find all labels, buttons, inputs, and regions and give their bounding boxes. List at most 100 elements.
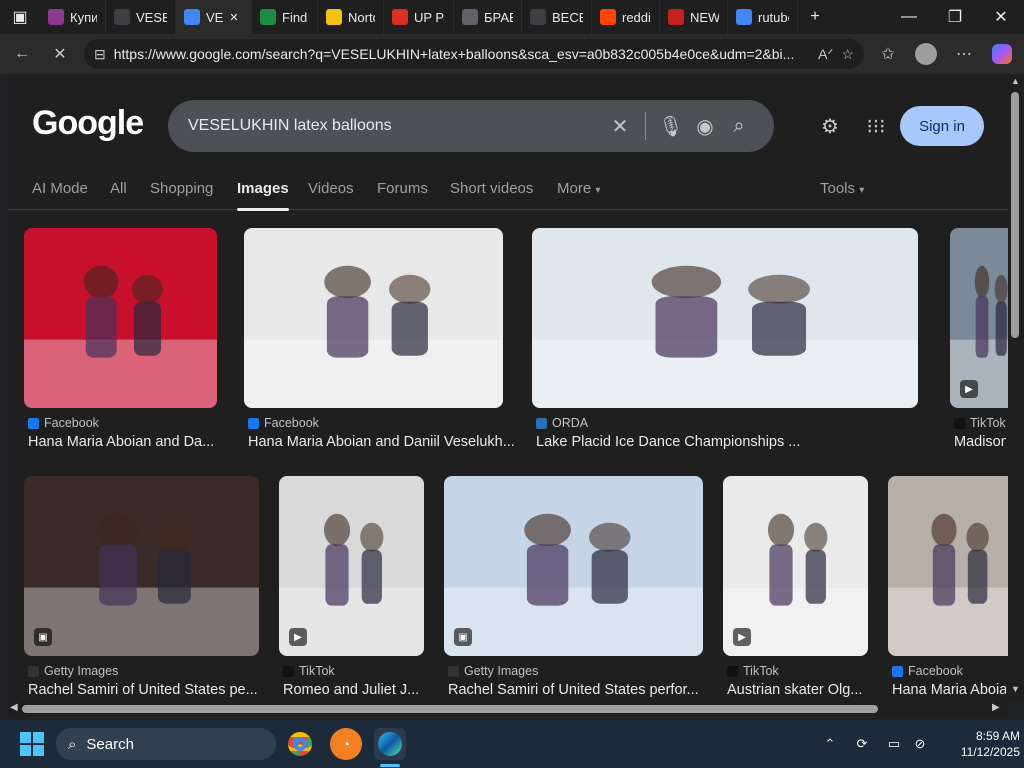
image-result-thumbnail[interactable]: ▣ [24,476,259,656]
windows-start-icon[interactable] [20,732,44,756]
active-app-indicator [380,764,400,767]
result-source[interactable]: Facebook [892,664,963,678]
browser-tab[interactable]: Find Y [252,0,318,34]
app-icon[interactable]: ◔ [330,728,362,760]
maximize-icon[interactable]: ❐ [932,0,978,34]
chevron-down-icon: ▾ [595,185,601,196]
result-title[interactable]: Rachel Samiri of United States perfor... [448,682,699,698]
search-input[interactable] [188,117,603,135]
image-result-thumbnail[interactable] [532,228,918,408]
tools-button[interactable]: Tools ▾ [820,180,864,197]
more-menu-icon[interactable]: ⋯ [950,40,978,68]
google-logo[interactable]: Google [32,104,144,143]
camera-search-icon[interactable]: ◉ [688,109,722,143]
result-title[interactable]: Rachel Samiri of United States pe... [28,682,258,698]
browser-tab[interactable]: Купит [40,0,106,34]
stop-loading-icon[interactable]: ✕ [46,40,74,68]
sign-in-button[interactable]: Sign in [900,106,984,146]
scroll-left-icon[interactable]: ◀ [10,702,18,713]
scroll-up-icon[interactable]: ▲ [1011,76,1020,86]
network-icon[interactable]: ⊘ [910,734,930,754]
profile-avatar[interactable] [912,40,940,68]
browser-tab[interactable]: UP Ph [384,0,454,34]
microphone-icon[interactable]: 🎙 [654,109,688,143]
result-title[interactable]: Hana Maria Aboian and Da... [28,434,214,450]
result-source[interactable]: Facebook [28,416,99,430]
site-info-icon[interactable]: ⊟ [94,46,106,63]
chrome-app-icon[interactable] [284,728,316,760]
tab-videos[interactable]: Videos [308,180,354,197]
image-result-thumbnail[interactable] [244,228,503,408]
address-bar[interactable]: ⊟ https://www.google.com/search?q=VESELU… [84,39,864,69]
edge-app-icon[interactable] [374,728,406,760]
result-source[interactable]: TikTok [727,664,779,678]
norton-icon [326,9,342,25]
image-badge-icon: ▣ [454,628,472,646]
clear-search-icon[interactable]: ✕ [603,109,637,143]
tab-images[interactable]: Images [237,180,289,211]
video-badge-icon: ▶ [733,628,751,646]
favorites-icon[interactable]: ✩ [874,40,902,68]
sync-alert-icon[interactable]: ⟳ [852,734,872,754]
display-icon[interactable]: ▭ [884,734,904,754]
chevron-up-icon[interactable]: ⌃ [820,734,840,754]
vertical-scrollbar[interactable]: ▲ ▼ [1008,74,1024,702]
result-source[interactable]: Facebook [248,416,319,430]
copilot-icon[interactable] [988,40,1016,68]
tab-all[interactable]: All [110,180,127,197]
tab-actions-icon[interactable]: ▣ [0,0,40,34]
read-aloud-icon[interactable]: Aᐟ [818,46,833,63]
result-source[interactable]: ORDA [536,416,588,430]
url-text[interactable]: https://www.google.com/search?q=VESELUKH… [114,46,810,62]
source-favicon-icon [283,665,294,677]
browser-tab[interactable]: reddit [592,0,660,34]
image-result-thumbnail[interactable]: ▣ [444,476,703,656]
result-source[interactable]: TikTok [954,416,1006,430]
image-result-thumbnail[interactable] [24,228,217,408]
horizontal-scroll-thumb[interactable] [22,705,878,713]
tab-forums[interactable]: Forums [377,180,428,197]
browser-tab[interactable]: Norto [318,0,384,34]
result-title[interactable]: Madison C [954,434,1006,450]
browser-tab-title: Find Y [282,9,309,25]
result-title[interactable]: Austrian skater Olg... [727,682,862,698]
image-result-thumbnail[interactable] [888,476,1008,656]
browser-tab[interactable]: VE ✕ [176,0,252,34]
back-icon[interactable]: ← [8,40,36,68]
minimize-icon[interactable]: — [886,0,932,34]
result-title[interactable]: Romeo and Juliet J... [283,682,419,698]
favorite-star-icon[interactable]: ☆ [841,46,854,63]
browser-tab[interactable]: rutube [728,0,798,34]
result-source[interactable]: Getty Images [28,664,118,678]
result-source[interactable]: TikTok [283,664,335,678]
scroll-down-icon[interactable]: ▼ [1011,684,1020,694]
browser-tab[interactable]: NEW- [660,0,728,34]
taskbar-clock[interactable]: 8:59 AM 11/12/2025 [948,728,1020,760]
result-title[interactable]: Hana Maria Aboian and Daniil Veselukh... [248,434,515,450]
taskbar-search[interactable]: ⌕ Search [56,728,276,760]
tab-short-videos[interactable]: Short videos [450,180,533,197]
result-title[interactable]: Hana Maria Aboia [892,682,1006,698]
image-result-thumbnail[interactable]: ▶ [279,476,424,656]
image-result-thumbnail[interactable]: ▶ [950,228,1008,408]
tab-shopping[interactable]: Shopping [150,180,213,197]
tab-more[interactable]: More ▾ [557,180,600,197]
browser-tab[interactable]: БРАВС [454,0,522,34]
new-tab-button[interactable]: + [798,0,832,34]
apps-grid-icon[interactable]: ⁝⁝⁝ [862,112,890,140]
browser-tab[interactable]: VESEL [106,0,176,34]
chevron-down-icon: ▾ [859,185,865,196]
search-box[interactable]: ✕ 🎙 ◉ ⌕ [168,100,774,152]
horizontal-scrollbar[interactable]: ◀ ▶ [8,702,1008,716]
image-result-thumbnail[interactable]: ▶ [723,476,868,656]
scroll-right-icon[interactable]: ▶ [992,702,1000,713]
result-title[interactable]: Lake Placid Ice Dance Championships ... [536,434,800,450]
vertical-scroll-thumb[interactable] [1011,92,1019,338]
result-source[interactable]: Getty Images [448,664,538,678]
close-tab-icon[interactable]: ✕ [229,11,238,24]
tab-ai-mode[interactable]: AI Mode [32,180,88,197]
search-icon[interactable]: ⌕ [722,109,756,143]
close-window-icon[interactable]: ✕ [978,0,1024,34]
settings-gear-icon[interactable]: ⚙ [816,112,844,140]
browser-tab[interactable]: ВЕСЕЛ [522,0,592,34]
